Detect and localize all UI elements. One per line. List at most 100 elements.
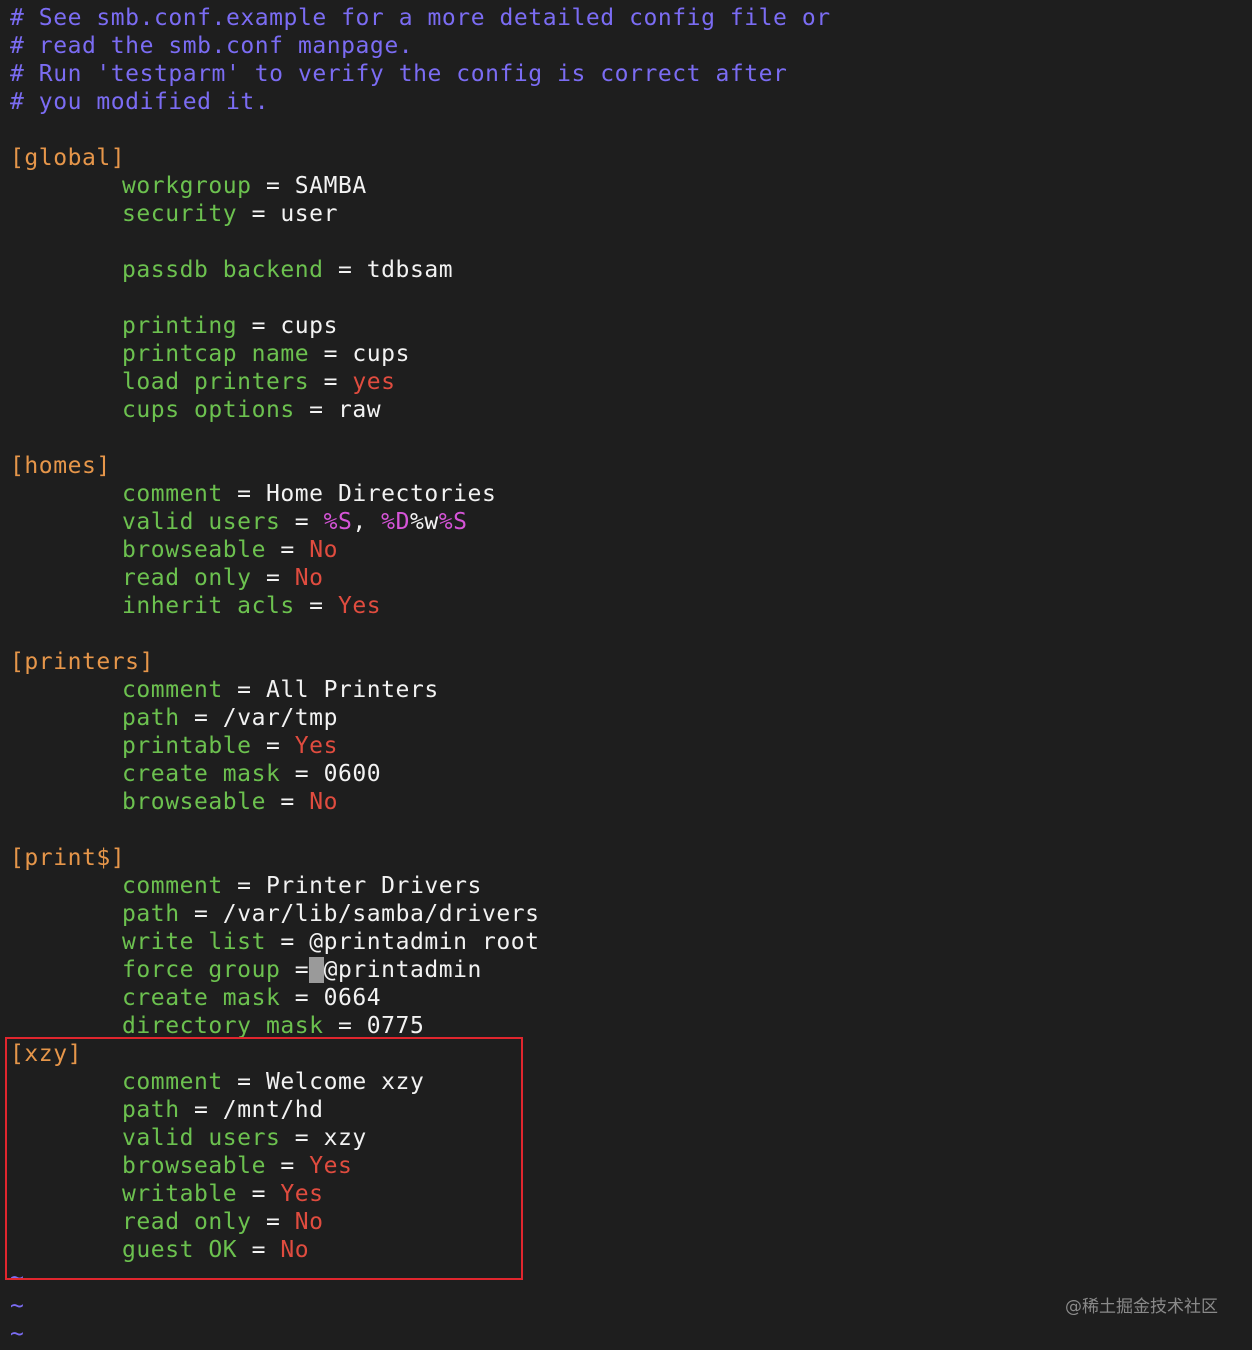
- editor-line: passdb backend = tdbsam: [10, 256, 831, 284]
- config-value: raw: [337, 397, 382, 423]
- equals-sign: =: [323, 1013, 367, 1039]
- config-value: Home Directories: [265, 481, 497, 507]
- config-key: load printers: [122, 369, 310, 395]
- config-value: SAMBA: [294, 173, 367, 199]
- editor-line: valid users = %S, %D%w%S: [10, 508, 831, 536]
- equals-sign: =: [280, 1125, 324, 1151]
- equals-sign: =: [251, 733, 295, 759]
- config-value: Printer Drivers: [265, 873, 482, 899]
- editor-line: inherit acls = Yes: [10, 592, 831, 620]
- config-value-boolean: Yes: [309, 1153, 353, 1179]
- comment-text: # you modified it.: [10, 89, 270, 115]
- config-key: write list: [122, 929, 266, 955]
- config-value-boolean: No: [280, 1237, 310, 1263]
- equals-sign: =: [222, 481, 266, 507]
- editor-line: comment = Printer Drivers: [10, 872, 831, 900]
- editor-line: load printers = yes: [10, 368, 831, 396]
- config-key: valid users: [122, 509, 281, 535]
- config-key: read only: [122, 1209, 252, 1235]
- config-key: path: [122, 705, 180, 731]
- editor-line: guest OK = No: [10, 1236, 831, 1264]
- editor-line: ~: [10, 1320, 831, 1348]
- equals-sign: =: [237, 313, 281, 339]
- config-key: comment: [122, 481, 223, 507]
- equals-sign: =: [179, 901, 223, 927]
- config-value: /mnt/hd: [222, 1097, 324, 1123]
- editor-line: comment = All Printers: [10, 676, 831, 704]
- editor-line: printable = Yes: [10, 732, 831, 760]
- editor-line: printing = cups: [10, 312, 831, 340]
- config-value: @printadmin: [323, 957, 482, 983]
- editor-line: [print$]: [10, 844, 831, 872]
- equals-sign: =: [265, 929, 310, 955]
- config-value-boolean: No: [309, 537, 338, 563]
- config-key: comment: [122, 1069, 223, 1095]
- editor-line: comment = Welcome xzy: [10, 1068, 831, 1096]
- config-value-boolean: Yes: [337, 593, 382, 619]
- empty-line-tilde: ~: [10, 1321, 25, 1347]
- equals-sign: =: [265, 1153, 310, 1179]
- config-key: browseable: [122, 1153, 266, 1179]
- config-value-macro: %S: [438, 509, 468, 535]
- editor-line: # you modified it.: [10, 88, 831, 116]
- editor-line: write list = @printadmin root: [10, 928, 831, 956]
- config-value-boolean: No: [294, 565, 324, 591]
- section-header: [homes]: [10, 453, 111, 479]
- equals-sign: =: [222, 873, 266, 899]
- editor-line: create mask = 0600: [10, 760, 831, 788]
- equals-sign: =: [280, 761, 324, 787]
- equals-sign: =: [294, 397, 338, 423]
- equals-sign: =: [309, 341, 353, 367]
- section-header: [xzy]: [10, 1041, 82, 1067]
- editor-line: read only = No: [10, 1208, 831, 1236]
- config-value-macro: %D: [381, 509, 410, 535]
- editor-line: comment = Home Directories: [10, 480, 831, 508]
- empty-line-tilde: ~: [10, 1265, 25, 1291]
- config-key: printcap name: [122, 341, 310, 367]
- equals-sign: =: [179, 705, 223, 731]
- editor-line: # Run 'testparm' to verify the config is…: [10, 60, 831, 88]
- config-value-boolean: No: [309, 789, 338, 815]
- config-key: comment: [122, 873, 223, 899]
- config-value: 0775: [366, 1013, 425, 1039]
- config-value: xzy: [323, 1125, 367, 1151]
- equals-sign: =: [251, 173, 295, 199]
- config-key: printable: [122, 733, 252, 759]
- config-value: %w: [409, 509, 439, 535]
- equals-sign: =: [237, 201, 281, 227]
- equals-sign: =: [309, 369, 353, 395]
- config-value: cups: [280, 313, 338, 339]
- config-key: printing: [122, 313, 238, 339]
- vim-editor[interactable]: # See smb.conf.example for a more detail…: [10, 4, 831, 1348]
- config-key: create mask: [122, 985, 281, 1011]
- section-header: [printers]: [10, 649, 154, 675]
- watermark: @稀土掘金技术社区: [1065, 1297, 1218, 1317]
- editor-line: security = user: [10, 200, 831, 228]
- editor-line: create mask = 0664: [10, 984, 831, 1012]
- editor-line: writable = Yes: [10, 1180, 831, 1208]
- editor-line: ~: [10, 1264, 831, 1292]
- config-key: passdb backend: [122, 257, 324, 283]
- config-value-boolean: Yes: [280, 1181, 324, 1207]
- equals-sign: =: [222, 1069, 266, 1095]
- config-key: comment: [122, 677, 223, 703]
- comment-text: # Run 'testparm' to verify the config is…: [10, 61, 788, 87]
- config-value: /var/tmp: [222, 705, 338, 731]
- config-value: @printadmin root: [309, 929, 540, 955]
- equals-sign: =: [251, 565, 295, 591]
- editor-line: # read the smb.conf manpage.: [10, 32, 831, 60]
- config-key: directory mask: [122, 1013, 324, 1039]
- config-value: tdbsam: [366, 257, 454, 283]
- equals-sign: =: [179, 1097, 223, 1123]
- editor-line: ~: [10, 1292, 831, 1320]
- config-value-boolean: Yes: [294, 733, 338, 759]
- editor-line: [xzy]: [10, 1040, 831, 1068]
- config-key: browseable: [122, 789, 266, 815]
- editor-line: path = /mnt/hd: [10, 1096, 831, 1124]
- config-key: force group: [122, 957, 281, 983]
- config-value: 0664: [323, 985, 382, 1011]
